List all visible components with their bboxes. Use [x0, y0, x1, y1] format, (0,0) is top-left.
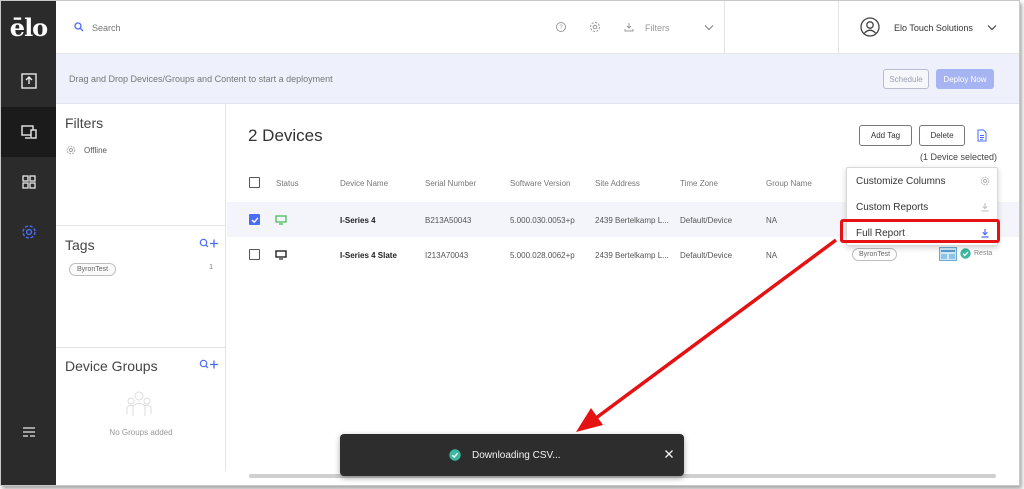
- check-icon: [251, 217, 259, 224]
- menu-item-full-report[interactable]: Full Report: [847, 220, 999, 246]
- site-address: 2439 Bertelkamp L...: [595, 216, 669, 225]
- close-icon[interactable]: [664, 449, 674, 459]
- time-zone: Default/Device: [680, 251, 733, 260]
- row-checkbox[interactable]: [249, 214, 260, 225]
- svg-text:?: ?: [559, 25, 563, 31]
- selection-count: (1 Device selected): [919, 152, 997, 162]
- filters-section: Filters Offline: [56, 104, 226, 226]
- groups-empty-text: No Groups added: [109, 428, 173, 437]
- column-header[interactable]: Status: [276, 179, 299, 188]
- download-icon: [981, 229, 989, 238]
- tags-title: Tags: [65, 237, 95, 253]
- menu-item-label: Customize Columns: [856, 176, 946, 187]
- rail-devices-icon[interactable]: [1, 107, 56, 157]
- search-add-icon[interactable]: [199, 238, 219, 249]
- rail-apps-icon[interactable]: [1, 157, 56, 207]
- gear-icon: [980, 176, 990, 186]
- device-name[interactable]: I-Series 4: [340, 216, 376, 225]
- group-name: NA: [766, 251, 778, 260]
- column-header[interactable]: Site Address: [595, 179, 640, 188]
- search-icon: [74, 22, 84, 32]
- menu-item-customize-columns[interactable]: Customize Columns: [847, 168, 999, 194]
- chevron-down-icon[interactable]: [987, 24, 997, 31]
- help-icon[interactable]: ?: [555, 21, 567, 33]
- top-bar: ? Filters Elo Touch Solutions: [56, 1, 1019, 54]
- divider: [838, 1, 839, 54]
- add-tag-button[interactable]: Add Tag: [859, 125, 912, 146]
- monitor-icon: [275, 215, 287, 225]
- time-zone: Default/Device: [680, 216, 733, 225]
- filters-label[interactable]: Filters: [645, 23, 670, 33]
- device-name[interactable]: I-Series 4 Slate: [340, 251, 397, 260]
- filters-title: Filters: [65, 115, 104, 131]
- delete-button[interactable]: Delete: [919, 125, 965, 146]
- chevron-down-icon[interactable]: [704, 24, 714, 31]
- column-header[interactable]: Time Zone: [680, 179, 718, 188]
- tag-chip[interactable]: ByronTest: [69, 263, 117, 276]
- toast-message: Downloading CSV...: [472, 450, 561, 461]
- content-thumbnail-icon: [939, 247, 957, 261]
- tags-section: Tags: [56, 226, 226, 348]
- software-version: 5.000.028.0062+p: [510, 251, 575, 260]
- deployment-drop-zone[interactable]: Drag and Drop Devices/Groups and Content…: [56, 54, 1019, 104]
- devices-icon: [20, 125, 37, 139]
- column-header[interactable]: Software Version: [510, 179, 570, 188]
- left-rail: ēlo: [1, 1, 56, 485]
- tag-chip[interactable]: ByronTest: [852, 248, 898, 261]
- site-address: 2439 Bertelkamp L...: [595, 251, 669, 260]
- deploy-hint: Drag and Drop Devices/Groups and Content…: [69, 74, 333, 84]
- menu-icon: [22, 427, 35, 437]
- column-header[interactable]: Serial Number: [425, 179, 476, 188]
- monitor-icon: [275, 250, 287, 260]
- rail-menu-icon[interactable]: [1, 407, 56, 457]
- side-panel: Filters Offline Tags ByronTest 1 Device …: [56, 104, 226, 471]
- serial-number: B213A50043: [425, 216, 472, 225]
- report-icon[interactable]: [977, 129, 987, 142]
- rail-deploy-icon[interactable]: [1, 56, 56, 106]
- upload-screen-icon: [20, 73, 37, 89]
- empty-groups-icon: [126, 391, 152, 416]
- divider: [724, 1, 725, 54]
- column-header[interactable]: Group Name: [766, 179, 812, 188]
- deploy-now-button[interactable]: Deploy Now: [936, 69, 994, 89]
- devices-main: 2 Devices Add Tag Delete (1 Device selec…: [227, 104, 1019, 478]
- gear-icon: [66, 145, 76, 155]
- row-checkbox[interactable]: [249, 249, 260, 260]
- filter-item-offline[interactable]: Offline: [66, 145, 107, 155]
- menu-item-label: Custom Reports: [856, 202, 929, 213]
- filter-download-icon[interactable]: [623, 21, 635, 33]
- select-all-checkbox[interactable]: [249, 177, 260, 188]
- column-header[interactable]: Device Name: [340, 179, 388, 188]
- filter-label: Offline: [84, 145, 107, 155]
- software-version: 5.000.030.0053+p: [510, 216, 575, 225]
- serial-number: I213A70043: [425, 251, 469, 260]
- success-check-icon: [449, 449, 461, 461]
- report-menu: Customize Columns Custom Reports Full Re…: [846, 167, 998, 246]
- schedule-button[interactable]: Schedule: [883, 69, 929, 89]
- tag-count: 1: [209, 264, 213, 271]
- download-toast: Downloading CSV...: [340, 434, 684, 476]
- rail-settings-icon[interactable]: [1, 207, 56, 257]
- elo-logo: ēlo: [9, 13, 48, 42]
- gear-icon[interactable]: [589, 21, 601, 33]
- app-window: ēlo ? Filters Elo Touch Solutions: [0, 0, 1020, 486]
- menu-item-label: Full Report: [856, 228, 905, 239]
- user-name[interactable]: Elo Touch Solutions: [894, 23, 973, 33]
- search-input[interactable]: [92, 18, 392, 38]
- success-check-icon: [960, 248, 971, 259]
- search-add-icon[interactable]: [199, 359, 219, 370]
- group-name: NA: [766, 216, 778, 225]
- page-title: 2 Devices: [248, 126, 323, 145]
- download-icon: [981, 203, 989, 212]
- groups-title: Device Groups: [65, 358, 158, 374]
- content-status: Resta: [974, 250, 993, 257]
- table-header: Status Device Name Serial Number Softwar…: [227, 166, 842, 196]
- gear-icon: [21, 225, 36, 239]
- menu-item-custom-reports[interactable]: Custom Reports: [847, 194, 999, 220]
- grid-icon: [21, 175, 36, 189]
- avatar-icon[interactable]: [860, 17, 880, 37]
